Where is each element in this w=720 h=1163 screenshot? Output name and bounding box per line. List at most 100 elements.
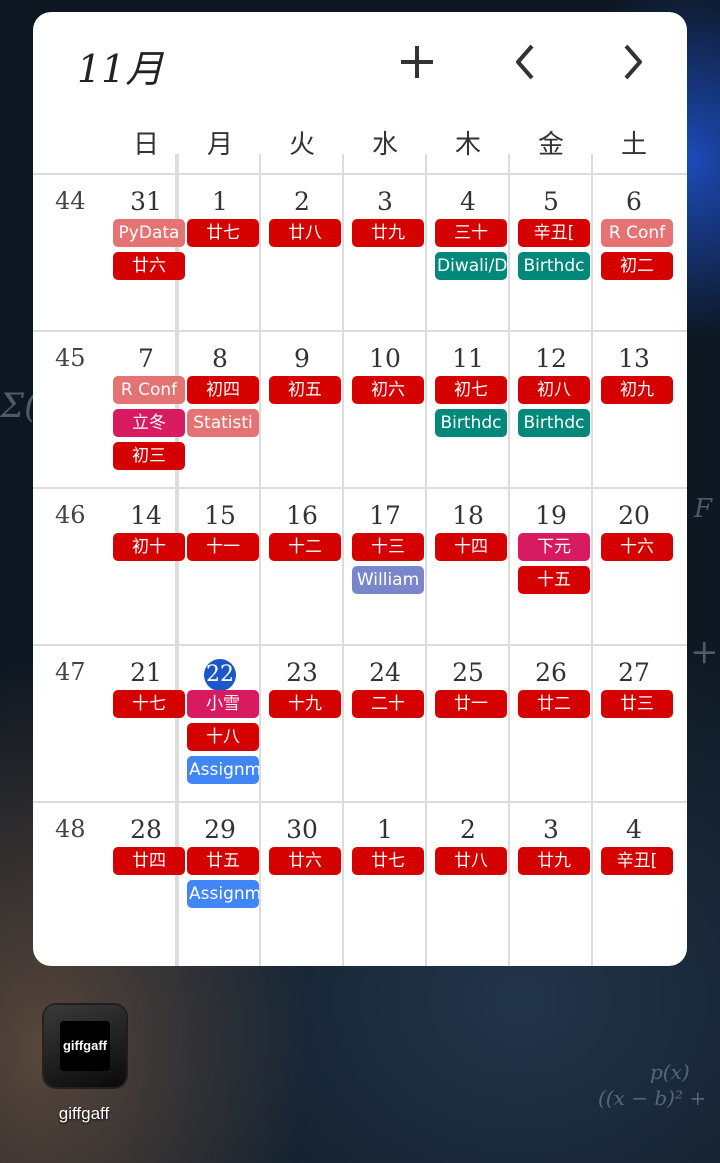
event-chip[interactable]: 十二 xyxy=(269,533,341,561)
giffgaff-app-icon[interactable]: giffgaff xyxy=(44,1005,126,1087)
event-chip[interactable]: 廿九 xyxy=(352,219,424,247)
day-cell[interactable]: 4 三十 Diwali/D xyxy=(427,175,509,331)
event-chip[interactable]: 小雪 xyxy=(187,690,259,718)
event-chip[interactable]: 廿五 xyxy=(187,847,259,875)
day-cell[interactable]: 16 十二 xyxy=(261,489,343,645)
day-cell[interactable]: 2 廿八 xyxy=(427,803,509,959)
event-chip[interactable]: R Conf xyxy=(601,219,673,247)
day-cell[interactable]: 21 十七 xyxy=(105,646,187,802)
event-chip[interactable]: 初十 xyxy=(113,533,185,561)
event-chip[interactable]: 廿七 xyxy=(352,847,424,875)
day-cell[interactable]: 20 十六 xyxy=(593,489,675,645)
day-cell[interactable]: 3 廿九 xyxy=(510,803,592,959)
event-chip[interactable]: 廿四 xyxy=(113,847,185,875)
event-chip[interactable]: Birthdc xyxy=(518,252,590,280)
event-chip[interactable]: 十八 xyxy=(187,723,259,751)
previous-month-button[interactable] xyxy=(497,34,553,90)
event-chip[interactable]: 初三 xyxy=(113,442,185,470)
event-chip[interactable]: 辛丑[ xyxy=(518,219,590,247)
day-cell[interactable]: 24 二十 xyxy=(344,646,426,802)
day-cell[interactable]: 12 初八 Birthdc xyxy=(510,332,592,488)
day-cell[interactable]: 27 廿三 xyxy=(593,646,675,802)
event-chip[interactable]: Assignm xyxy=(187,756,259,784)
day-cell[interactable]: 29 廿五 Assignm xyxy=(179,803,261,959)
event-chip[interactable]: 廿六 xyxy=(113,252,185,280)
month-title[interactable]: 11月 xyxy=(77,38,163,93)
event-chip[interactable]: 廿三 xyxy=(601,690,673,718)
event-chip[interactable]: 初九 xyxy=(601,376,673,404)
event-chip[interactable]: 初六 xyxy=(352,376,424,404)
day-cell[interactable]: 18 十四 xyxy=(427,489,509,645)
event-chip[interactable]: 初五 xyxy=(269,376,341,404)
day-cell[interactable]: 19 下元 十五 xyxy=(510,489,592,645)
event-chip[interactable]: 廿六 xyxy=(269,847,341,875)
day-cell[interactable]: 17 十三 William xyxy=(344,489,426,645)
day-cell[interactable]: 1 廿七 xyxy=(344,803,426,959)
event-chip[interactable]: 三十 xyxy=(435,219,507,247)
event-chip[interactable]: 廿二 xyxy=(518,690,590,718)
event-chip[interactable]: 初八 xyxy=(518,376,590,404)
event-chip[interactable]: R Conf xyxy=(113,376,185,404)
wallpaper-text: ((x − b)² + xyxy=(598,1086,707,1110)
add-event-button[interactable] xyxy=(389,34,445,90)
day-cell[interactable]: 10 初六 xyxy=(344,332,426,488)
event-chip[interactable]: 辛丑[ xyxy=(601,847,673,875)
event-chip[interactable]: Birthdc xyxy=(518,409,590,437)
day-cell[interactable]: 15 十一 xyxy=(179,489,261,645)
day-cell[interactable]: 26 廿二 xyxy=(510,646,592,802)
event-chip[interactable]: 下元 xyxy=(518,533,590,561)
date-number: 3 xyxy=(344,187,426,217)
date-number-text: 27 xyxy=(618,658,650,687)
day-cell[interactable]: 22 小雪十八 Assignm xyxy=(179,646,261,802)
date-number-text: 17 xyxy=(369,501,401,530)
day-cell[interactable]: 2 廿八 xyxy=(261,175,343,331)
event-chip[interactable]: Assignm xyxy=(187,880,259,908)
event-chip[interactable]: 初七 xyxy=(435,376,507,404)
next-month-button[interactable] xyxy=(605,34,661,90)
day-cell[interactable]: 30 廿六 xyxy=(261,803,343,959)
day-cell[interactable]: 31 PyData 廿六 xyxy=(105,175,187,331)
event-chip[interactable]: Diwali/D xyxy=(435,252,507,280)
day-cell[interactable]: 25 廿一 xyxy=(427,646,509,802)
event-chip[interactable]: 立冬 xyxy=(113,409,185,437)
day-cell[interactable]: 3 廿九 xyxy=(344,175,426,331)
day-cell[interactable]: 7 R Conf 立冬 初三 xyxy=(105,332,187,488)
event-chip[interactable]: Birthdc xyxy=(435,409,507,437)
event-chip[interactable]: 十一 xyxy=(187,533,259,561)
event-chip[interactable]: 十七 xyxy=(113,690,185,718)
day-cell[interactable]: 23 十九 xyxy=(261,646,343,802)
day-cell[interactable]: 8 初四 Statisti xyxy=(179,332,261,488)
day-cell[interactable]: 5 辛丑[Birthdc xyxy=(510,175,592,331)
event-chip[interactable]: 廿八 xyxy=(269,219,341,247)
day-cell[interactable]: 11 初七 Birthdc xyxy=(427,332,509,488)
event-chip[interactable]: 廿九 xyxy=(518,847,590,875)
event-chip[interactable]: 廿一 xyxy=(435,690,507,718)
date-number: 8 xyxy=(179,344,261,374)
day-cell[interactable]: 28 廿四 xyxy=(105,803,187,959)
event-chip[interactable]: 十五 xyxy=(518,566,590,594)
event-chip[interactable]: 十六 xyxy=(601,533,673,561)
day-cell[interactable]: 4 辛丑[ xyxy=(593,803,675,959)
day-cell[interactable]: 9 初五 xyxy=(261,332,343,488)
week-row: 47 21 十七 22 小雪 十八 Assignm 23 十九 24 二十 25 廿一 26 廿二 27 廿三 xyxy=(33,646,687,802)
event-chip[interactable]: 初四 xyxy=(187,376,259,404)
event-chip[interactable]: Statisti xyxy=(187,409,259,437)
event-chip[interactable]: 十九 xyxy=(269,690,341,718)
event-chip[interactable]: William xyxy=(352,566,424,594)
day-cell[interactable]: 14 初十 xyxy=(105,489,187,645)
today-date-number: 22 xyxy=(179,658,261,691)
week-number: 48 xyxy=(55,815,86,843)
day-cell[interactable]: 13 初九 xyxy=(593,332,675,488)
date-number-text: 14 xyxy=(130,501,162,530)
event-chip[interactable]: 廿八 xyxy=(435,847,507,875)
event-chip[interactable]: 十四 xyxy=(435,533,507,561)
plus-icon xyxy=(397,42,437,82)
event-chip[interactable]: 初二 xyxy=(601,252,673,280)
event-chip[interactable]: 十三 xyxy=(352,533,424,561)
day-cell[interactable]: 1 廿七 xyxy=(179,175,261,331)
date-number-text: 8 xyxy=(212,344,228,373)
event-chip[interactable]: PyData xyxy=(113,219,185,247)
event-chip[interactable]: 二十 xyxy=(352,690,424,718)
day-cell[interactable]: 6 R Conf 初二 xyxy=(593,175,675,331)
event-chip[interactable]: 廿七 xyxy=(187,219,259,247)
